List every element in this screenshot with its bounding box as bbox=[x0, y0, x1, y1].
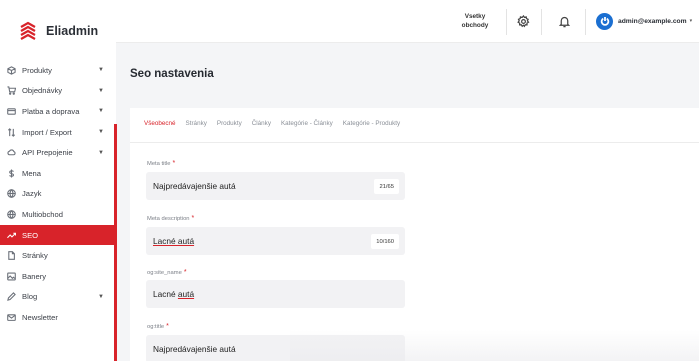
sidebar-item-label: Objednávky bbox=[22, 86, 63, 96]
field-label-text: Meta title bbox=[147, 161, 171, 167]
tab-clanky[interactable]: Články bbox=[252, 120, 271, 132]
pen-icon bbox=[6, 292, 16, 302]
sidebar-item-import-export[interactable]: Import / Export ▼ bbox=[0, 122, 116, 143]
required-mark: * bbox=[172, 160, 176, 167]
sidebar-item-jazyk[interactable]: Jazyk bbox=[0, 184, 116, 205]
sidebar-item-label: Platba a doprava bbox=[22, 106, 80, 116]
char-counter: 21/65 bbox=[374, 179, 399, 194]
sidebar-item-stranky[interactable]: Stránky bbox=[0, 245, 116, 266]
mail-icon bbox=[6, 312, 16, 322]
meta-description-label: Meta description * bbox=[147, 215, 194, 222]
meta-title-input[interactable]: Najpredávajenšie autá 21/65 bbox=[146, 172, 405, 200]
tab-kategorie-clanky[interactable]: Kategórie - Články bbox=[281, 120, 333, 132]
scroll-shadow bbox=[290, 330, 699, 361]
sidebar-item-label: Banery bbox=[22, 271, 47, 281]
chevron-down-icon: ▼ bbox=[98, 87, 104, 94]
chevron-down-icon: ▾ bbox=[689, 18, 693, 24]
tab-stranky[interactable]: Stránky bbox=[186, 120, 207, 132]
page-title: Seo nastavenia bbox=[130, 68, 214, 80]
field-value: Najpredávajenšie autá bbox=[153, 344, 236, 354]
field-value-underlined: autá bbox=[177, 289, 195, 299]
tab-produkty[interactable]: Produkty bbox=[217, 120, 242, 132]
store-select-line1: Vsetky bbox=[464, 13, 486, 20]
sidebar: Eliadmin Produkty ▼ Objednávky ▼ Platba … bbox=[0, 0, 116, 361]
sidebar-item-label: Produkty bbox=[22, 65, 52, 75]
og-site-name-input[interactable]: Lacné autá bbox=[146, 280, 405, 308]
sidebar-item-label: Import / Export bbox=[22, 127, 72, 137]
globe-icon bbox=[6, 189, 16, 199]
cart-icon bbox=[6, 86, 16, 96]
sidebar-item-objednavky[interactable]: Objednávky ▼ bbox=[0, 81, 116, 102]
field-value: Lacné autá bbox=[153, 236, 195, 246]
sidebar-item-label: Blog bbox=[22, 292, 38, 302]
bell-icon[interactable] bbox=[555, 12, 573, 30]
globe-icon bbox=[6, 209, 16, 219]
cloud-icon bbox=[6, 148, 16, 158]
sidebar-item-platba-a-doprava[interactable]: Platba a doprava ▼ bbox=[0, 101, 116, 122]
divider bbox=[585, 9, 586, 35]
logo[interactable]: Eliadmin bbox=[0, 0, 116, 62]
sidebar-item-label: SEO bbox=[22, 230, 39, 240]
required-mark: * bbox=[191, 215, 195, 222]
sidebar-item-label: Jazyk bbox=[22, 189, 42, 199]
required-mark: * bbox=[183, 269, 187, 276]
logo-icon bbox=[20, 21, 36, 40]
file-icon bbox=[6, 251, 16, 261]
divider bbox=[506, 9, 507, 35]
sidebar-item-api-prepojenie[interactable]: API Prepojenie ▼ bbox=[0, 142, 116, 163]
sidebar-nav: Produkty ▼ Objednávky ▼ Platba a doprava… bbox=[0, 60, 116, 328]
field-label-text: Meta description bbox=[147, 216, 190, 222]
sidebar-item-label: Stránky bbox=[22, 251, 48, 261]
sidebar-item-label: API Prepojenie bbox=[22, 148, 73, 158]
sidebar-item-blog[interactable]: Blog ▼ bbox=[0, 287, 116, 308]
sidebar-item-mena[interactable]: Mena bbox=[0, 163, 116, 184]
tab-bar: Všeobecné Stránky Produkty Články Kategó… bbox=[144, 120, 410, 132]
chevron-down-icon: ▼ bbox=[98, 149, 104, 156]
sidebar-item-banery[interactable]: Banery bbox=[0, 266, 116, 287]
avatar bbox=[596, 12, 613, 30]
tab-kategorie-produkty[interactable]: Kategórie - Produkty bbox=[343, 120, 400, 132]
og-title-label: og:title * bbox=[147, 323, 169, 330]
user-email: admin@example.com bbox=[618, 17, 687, 25]
sidebar-item-produkty[interactable]: Produkty ▼ bbox=[0, 60, 116, 81]
sidebar-item-newsletter[interactable]: Newsletter bbox=[0, 307, 116, 328]
chevron-down-icon: ▼ bbox=[98, 293, 104, 300]
field-label-text: og:site_name bbox=[147, 270, 182, 276]
sidebar-item-seo[interactable]: SEO bbox=[0, 224, 116, 246]
tab-vseobecne[interactable]: Všeobecné bbox=[144, 120, 176, 132]
user-menu[interactable]: admin@example.com ▾ bbox=[596, 11, 692, 31]
og-site-name-label: og:site_name * bbox=[147, 269, 187, 276]
chevron-down-icon: ▼ bbox=[98, 129, 104, 136]
card-icon bbox=[6, 106, 16, 116]
sidebar-item-multiobchod[interactable]: Multiobchod bbox=[0, 204, 116, 225]
field-value: Najpredávajenšie autá bbox=[153, 181, 236, 191]
sidebar-item-label: Mena bbox=[22, 168, 41, 178]
divider bbox=[541, 9, 542, 35]
chevron-down-icon: ▼ bbox=[98, 108, 104, 115]
topbar: Vsetky obchody admin@example.com ▾ bbox=[116, 0, 699, 43]
sidebar-item-label: Newsletter bbox=[22, 312, 58, 322]
char-counter: 10/160 bbox=[371, 234, 399, 249]
divider bbox=[130, 142, 699, 143]
import-export-icon bbox=[6, 127, 16, 137]
gear-icon[interactable] bbox=[514, 12, 532, 30]
sidebar-item-label: Multiobchod bbox=[22, 209, 63, 219]
meta-title-label: Meta title * bbox=[147, 160, 175, 167]
store-select[interactable]: Vsetky obchody bbox=[446, 0, 504, 43]
required-mark: * bbox=[166, 323, 169, 330]
app-name: Eliadmin bbox=[46, 24, 99, 38]
sidebar-accent-bar bbox=[114, 124, 117, 361]
chevron-down-icon: ▼ bbox=[98, 67, 104, 74]
meta-description-input[interactable]: Lacné autá 10/160 bbox=[146, 227, 405, 255]
trend-icon bbox=[6, 230, 16, 240]
image-icon bbox=[6, 271, 16, 281]
field-value: Lacné bbox=[153, 289, 178, 299]
dollar-icon bbox=[6, 168, 16, 178]
seo-settings-card: Všeobecné Stránky Produkty Články Kategó… bbox=[130, 108, 699, 361]
store-select-line2: obchody bbox=[461, 21, 489, 29]
field-label-text: og:title bbox=[147, 324, 165, 330]
box-icon bbox=[6, 65, 16, 75]
